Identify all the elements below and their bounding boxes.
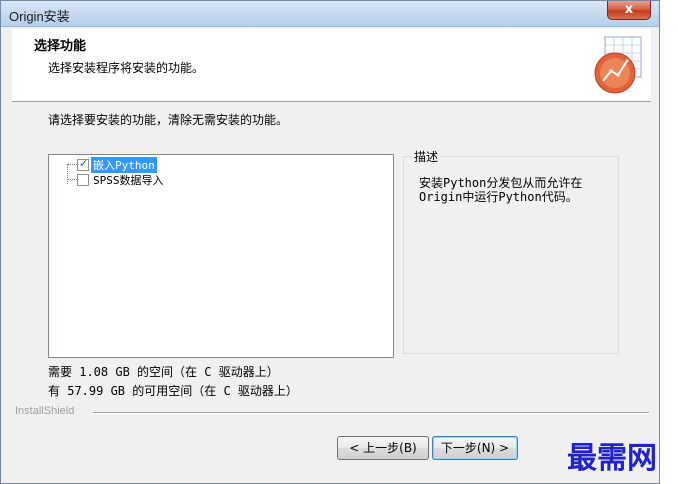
feature-item-spss[interactable]: SPSS数据导入 [63, 173, 166, 187]
feature-label[interactable]: SPSS数据导入 [91, 172, 166, 188]
feature-tree[interactable]: 嵌入Python SPSS数据导入 [48, 154, 394, 358]
feature-checkbox-python[interactable] [77, 157, 89, 171]
window-title: Origin安装 [9, 9, 70, 24]
page-title: 选择功能 [34, 39, 87, 54]
feature-checkbox-spss[interactable] [77, 174, 89, 186]
next-button[interactable]: 下一步(N) > [432, 436, 518, 460]
feature-item-python[interactable]: 嵌入Python [63, 157, 157, 173]
close-button[interactable]: x [607, 1, 651, 20]
header-banner: 选择功能 选择安装程序将安装的功能。 [12, 29, 651, 102]
installshield-brand: InstallShield [15, 405, 75, 417]
disk-space-required: 需要 1.08 GB 的空间（在 C 驱动器上） [48, 365, 279, 379]
description-text: 安装Python分发包从而允许在Origin中运行Python代码。 [419, 176, 583, 204]
instructions-text: 请选择要安装的功能，清除无需安装的功能。 [48, 113, 289, 127]
footer-divider [93, 412, 649, 414]
feature-label[interactable]: 嵌入Python [91, 157, 157, 173]
back-button[interactable]: < 上一步(B) [337, 436, 429, 460]
title-bar: Origin安装 x [1, 1, 659, 27]
disk-space-available: 有 57.99 GB 的可用空间（在 C 驱动器上） [48, 384, 298, 398]
description-legend: 描述 [413, 148, 440, 165]
watermark-text: 最需网 [567, 441, 657, 476]
origin-logo-icon [594, 36, 642, 94]
page-subtitle: 选择安装程序将安装的功能。 [48, 61, 205, 75]
installer-window: Origin安装 x 选择功能 选择安装程序将安装的功能。 请选择要安装的功能，… [0, 0, 660, 484]
